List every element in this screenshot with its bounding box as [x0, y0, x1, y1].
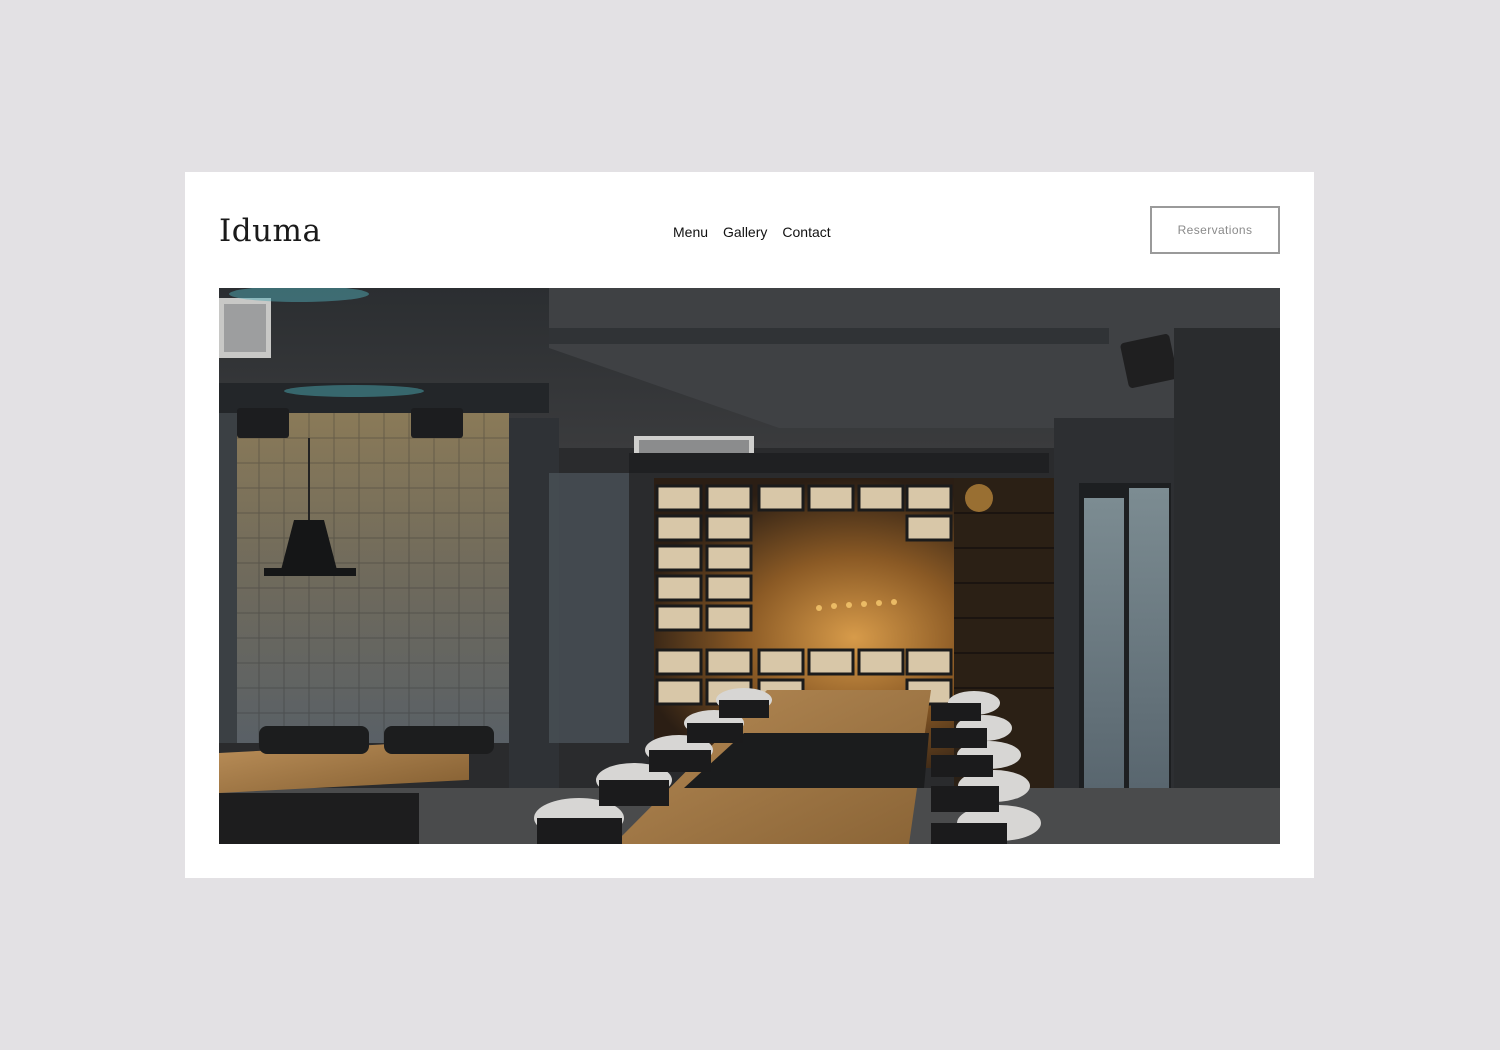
hero-image	[219, 288, 1280, 844]
nav-item-contact[interactable]: Contact	[782, 222, 830, 242]
nav-item-menu[interactable]: Menu	[673, 222, 708, 242]
main-nav: Menu Gallery Contact	[673, 222, 831, 242]
reservations-button[interactable]: Reservations	[1150, 206, 1280, 254]
nav-item-gallery[interactable]: Gallery	[723, 222, 767, 242]
site-logo[interactable]: Iduma	[219, 212, 321, 250]
site-card: Iduma Menu Gallery Contact Reservations	[185, 172, 1314, 878]
